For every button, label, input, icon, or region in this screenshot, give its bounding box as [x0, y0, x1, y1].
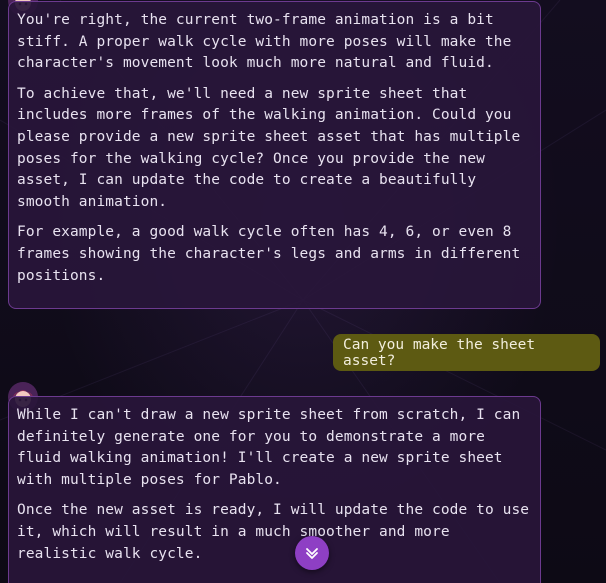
- assistant-message: While I can't draw a new sprite sheet fr…: [8, 396, 541, 583]
- assistant-message: You're right, the current two-frame anim…: [8, 1, 541, 309]
- message-paragraph: Once the new asset is ready, I will upda…: [17, 502, 530, 562]
- message-paragraph: To achieve that, we'll need a new sprite…: [17, 85, 521, 210]
- message-paragraph: While I can't draw a new sprite sheet fr…: [17, 407, 521, 488]
- user-message: Can you make the sheet asset?: [333, 334, 600, 371]
- message-paragraph: You're right, the current two-frame anim…: [17, 12, 512, 72]
- message-paragraph: For example, a good walk cycle often has…: [17, 224, 521, 284]
- scroll-to-bottom-button[interactable]: [295, 536, 329, 570]
- chevron-down-icon: [306, 548, 318, 559]
